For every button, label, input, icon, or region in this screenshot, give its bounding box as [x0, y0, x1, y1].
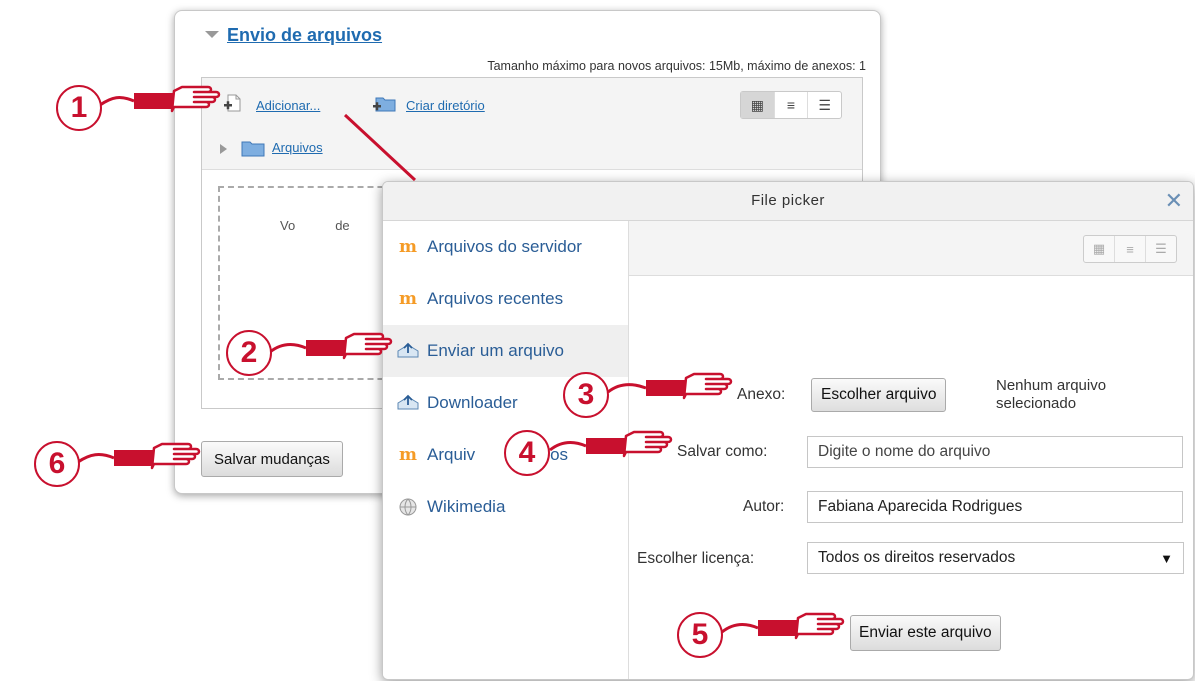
view-mode-switch: ▦ ≡ ☰ [740, 91, 842, 119]
callout-6-lead [77, 453, 115, 464]
save-as-label: Salvar como: [677, 443, 768, 460]
license-select[interactable]: Todos os direitos reservados ▼ [807, 542, 1184, 574]
no-file-text: Nenhum arquivo selecionado [996, 377, 1107, 412]
icons-view-icon[interactable]: ▦ [741, 92, 775, 118]
callout-3: 3 [563, 372, 609, 418]
repo-item-upload-file[interactable]: Enviar um arquivo [383, 325, 628, 377]
choose-file-button[interactable]: Escolher arquivo [811, 378, 947, 412]
dropdown-arrow-icon: ▼ [1160, 551, 1173, 566]
create-folder-link[interactable]: Criar diretório [406, 98, 485, 113]
upload-file-button[interactable]: Enviar este arquivo [850, 615, 1001, 651]
max-size-info: Tamanho máximo para novos arquivos: 15Mb… [487, 59, 866, 73]
moodle-icon: m [399, 445, 417, 465]
path-bar: Arquivos [202, 126, 862, 170]
attachment-label: Anexo: [737, 386, 786, 403]
callout-5: 5 [677, 612, 723, 658]
panel-title[interactable]: Envio de arquivos [205, 25, 382, 46]
globe-icon [393, 496, 423, 518]
add-file-link[interactable]: Adicionar... [256, 98, 320, 113]
filemanager-toolbar: Adicionar... Criar diretório ▦ ≡ ☰ [202, 78, 862, 127]
moodle-icon: m [399, 289, 417, 309]
list-view-icon[interactable]: ≡ [775, 92, 809, 118]
picker-view-mode-switch: ▦ ≡ ☰ [1083, 235, 1177, 263]
icons-view-icon[interactable]: ▦ [1084, 236, 1115, 262]
dialog-header: File picker ✕ [383, 182, 1193, 221]
upload-icon [393, 392, 423, 414]
save-as-input[interactable]: Digite o nome do arquivo [807, 436, 1183, 468]
repo-item-server-files[interactable]: m Arquivos do servidor [383, 221, 628, 273]
save-changes-button[interactable]: Salvar mudanças [201, 441, 343, 477]
path-link-arquivos[interactable]: Arquivos [272, 140, 323, 155]
drop-zone-text: Vo de [280, 218, 350, 233]
add-file-icon[interactable] [222, 92, 244, 119]
file-picker-dialog: File picker ✕ m Arquivos do servidor m A… [382, 181, 1194, 680]
picker-toolbar: ▦ ≡ ☰ [629, 221, 1193, 276]
expand-caret-icon[interactable] [220, 144, 227, 154]
moodle-icon: m [399, 237, 417, 257]
callout-4: 4 [504, 430, 550, 476]
folder-icon [240, 138, 266, 163]
repo-item-wikimedia[interactable]: Wikimedia [383, 481, 628, 533]
close-icon[interactable]: ✕ [1165, 188, 1183, 214]
author-label: Autor: [743, 498, 785, 515]
list-view-icon[interactable]: ≡ [1115, 236, 1146, 262]
callout-1-lead [99, 96, 135, 107]
repo-item-recent-files[interactable]: m Arquivos recentes [383, 273, 628, 325]
license-label: Escolher licença: [637, 550, 755, 567]
dialog-title: File picker [751, 192, 825, 209]
create-folder-icon[interactable] [372, 92, 398, 119]
tree-view-icon[interactable]: ☰ [1146, 236, 1176, 262]
tree-view-icon[interactable]: ☰ [808, 92, 841, 118]
author-input[interactable]: Fabiana Aparecida Rodrigues [807, 491, 1183, 523]
callout-2: 2 [226, 330, 272, 376]
upload-icon [393, 340, 423, 362]
callout-1: 1 [56, 85, 102, 131]
callout-6: 6 [34, 441, 80, 487]
